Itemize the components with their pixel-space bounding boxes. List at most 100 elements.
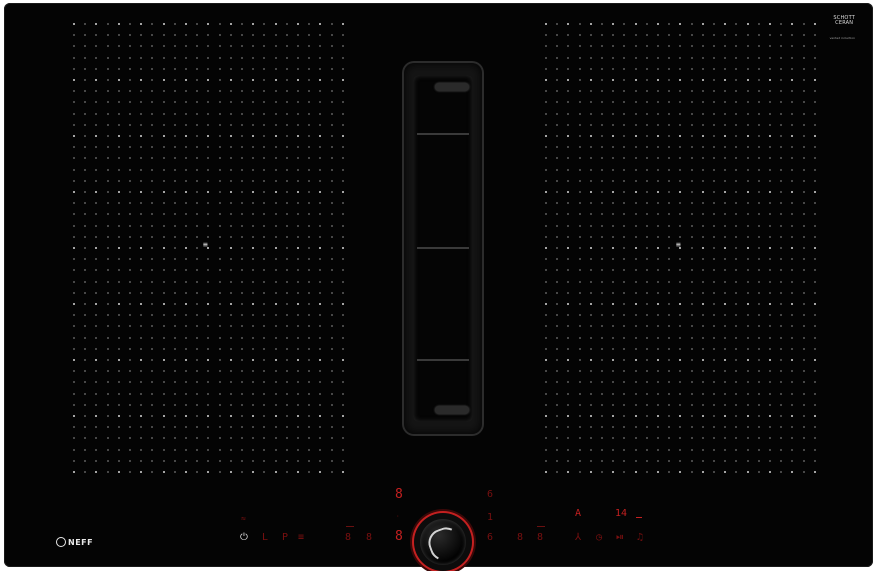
power-icon[interactable]: ⏻ [240, 533, 248, 543]
zone-dot [285, 392, 288, 395]
zone-dot [769, 403, 771, 406]
fan-icon[interactable]: ⅄ [575, 533, 581, 543]
zone-dot [241, 437, 243, 440]
zone-dot [802, 224, 805, 227]
zone-dot [106, 168, 109, 171]
zone-dot [701, 23, 704, 25]
zone-dot [285, 370, 288, 373]
zone-dot [612, 370, 615, 373]
zone-dot [757, 471, 760, 473]
zone-dot [713, 303, 715, 305]
zone-dot [724, 291, 727, 294]
zone-dot [73, 56, 75, 59]
zone-dot [117, 224, 120, 227]
zone-dot [73, 224, 75, 227]
zone-dot [578, 381, 581, 384]
zone-dot [757, 213, 760, 216]
zone-dot [95, 303, 98, 305]
zone-dot [657, 370, 659, 373]
zone-dot [106, 448, 109, 451]
right-cooking-zone[interactable] [545, 23, 821, 475]
zone-dot [308, 291, 311, 294]
zone-dot [623, 336, 626, 339]
zone-dot [84, 359, 87, 361]
zone-dot [735, 471, 738, 473]
p-button[interactable]: P [282, 533, 288, 543]
twist-pad-knob[interactable] [420, 519, 466, 565]
wifi-icon[interactable]: ≈ [241, 514, 246, 524]
zone-dot [140, 347, 143, 350]
zone-dot [701, 202, 704, 205]
zone-dot [252, 370, 255, 373]
zone-dot [117, 34, 120, 37]
zone-dot [140, 437, 143, 440]
zone-dot [140, 56, 143, 59]
zone-dot [601, 303, 603, 305]
zone-dot [218, 448, 221, 451]
zone-dot [285, 437, 288, 440]
flex-button[interactable]: ≡ [298, 533, 304, 543]
level-6-bottom[interactable]: 6 [487, 533, 493, 543]
zone-dot [578, 135, 581, 137]
zone-dot [241, 224, 243, 227]
zone-dot [813, 459, 816, 462]
zone-dot [341, 34, 344, 37]
zone-dot [645, 90, 648, 93]
zone-dot [252, 392, 255, 395]
zone-dot [791, 146, 794, 149]
zone-dot [545, 101, 547, 104]
zone-dot [106, 314, 109, 317]
zone-dot [690, 471, 693, 473]
level-6-top[interactable]: 6 [487, 490, 493, 500]
zone-dot [229, 392, 232, 395]
zone-dot [285, 247, 288, 249]
zone-dot [229, 45, 232, 48]
zone-dot [780, 426, 783, 429]
zone-dot [308, 224, 311, 227]
zone-dot [297, 157, 299, 160]
zone-dot [173, 392, 176, 395]
zone-dot [746, 202, 749, 205]
zone-dot [95, 258, 98, 261]
twist-pad-control[interactable] [414, 513, 472, 571]
left-cooking-zone[interactable] [73, 23, 349, 475]
zone-dot [285, 359, 288, 361]
clock-icon[interactable]: ◷ [596, 533, 602, 543]
zone-dot [802, 191, 805, 193]
zone-dot [330, 336, 333, 339]
zone-dot [645, 426, 648, 429]
zone-dot [263, 90, 266, 93]
zone-dot [218, 471, 221, 473]
zone-dot [556, 157, 559, 160]
zone-dot [140, 23, 143, 25]
zone-dot [567, 258, 570, 261]
zone-dot [308, 135, 311, 137]
zone-dot [645, 437, 648, 440]
zone-dot [645, 168, 648, 171]
zone-dot [241, 459, 243, 462]
zone-dot [229, 56, 232, 59]
level-1[interactable]: 1 [487, 513, 493, 523]
zone-dot [229, 112, 232, 115]
zone-dot [252, 403, 255, 406]
zone-dot [252, 56, 255, 59]
zone-dot [769, 235, 771, 238]
zone-dot [735, 157, 738, 160]
zone-dot [813, 34, 816, 37]
zone-dot [769, 45, 771, 48]
zone-dot [196, 437, 199, 440]
zone-dot [185, 224, 187, 227]
zone-dot [95, 101, 98, 104]
pause-icon[interactable]: ⏯ [616, 533, 624, 543]
zone-dot [341, 359, 344, 361]
zone-dot [780, 280, 783, 283]
lock-button[interactable]: L [262, 533, 268, 543]
zone-dot [297, 179, 299, 182]
zone-dot [330, 392, 333, 395]
bell-icon[interactable]: ♫ [637, 533, 643, 543]
zone-dot [252, 135, 255, 137]
zone-dot [578, 459, 581, 462]
zone-dot [802, 280, 805, 283]
zone-dot [813, 359, 816, 361]
zone-dot [73, 168, 75, 171]
